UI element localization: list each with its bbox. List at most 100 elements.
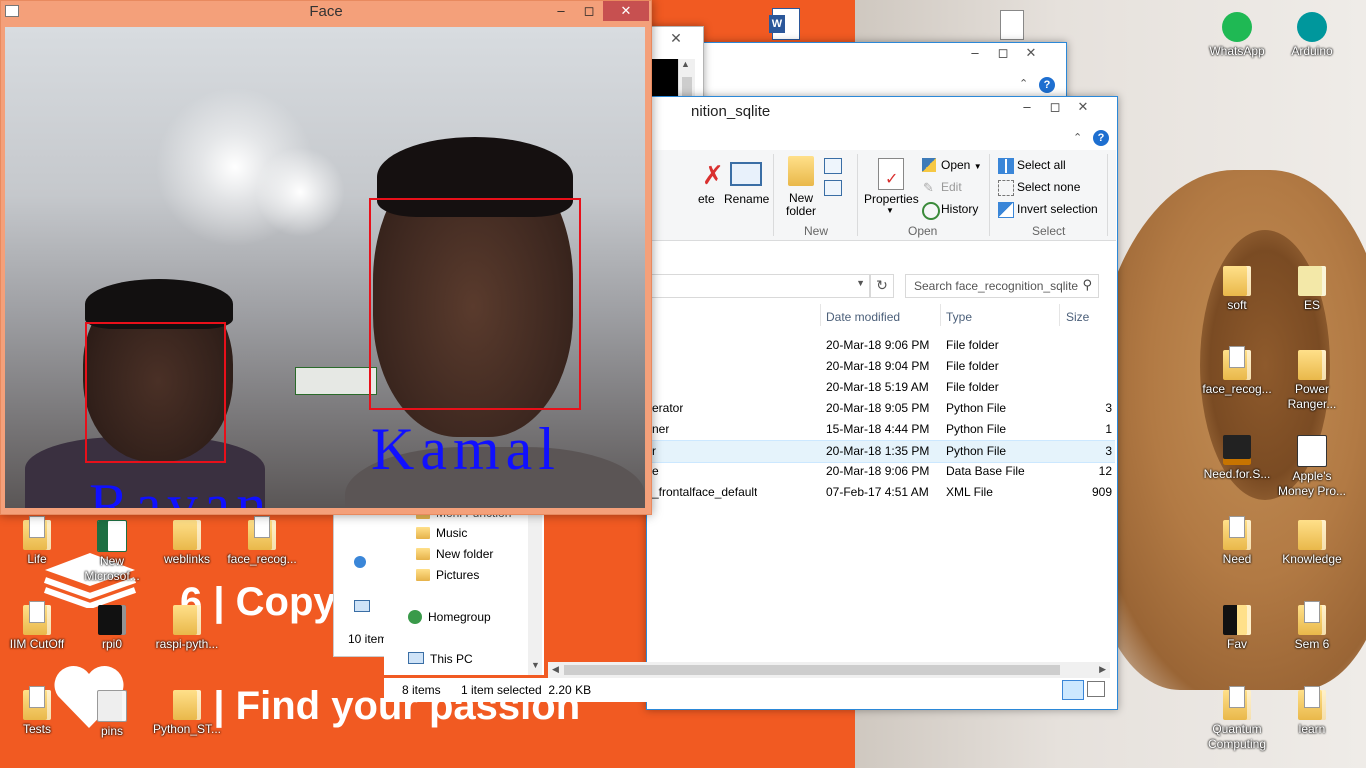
desktop-icon-knowledge[interactable]: Knowledge [1275, 518, 1349, 567]
details-view-icon[interactable] [1062, 680, 1084, 700]
desktop-icon-pins[interactable]: pins [75, 688, 149, 739]
column-header-size[interactable]: Size [1066, 310, 1089, 324]
minimize-button[interactable]: – [547, 1, 575, 21]
scroll-up-icon[interactable]: ▲ [681, 59, 690, 69]
file-row[interactable]: 20-Mar-18 9:06 PM File folder [652, 335, 1115, 356]
desktop-icon-need[interactable]: Need [1200, 516, 1274, 567]
edit-button[interactable]: Edit [941, 180, 962, 194]
desktop-icon-need-for-speed[interactable]: Need.for.S... [1200, 433, 1274, 482]
nav-item-pictures[interactable]: Pictures [416, 568, 479, 582]
file-type: Python File [946, 401, 1007, 415]
open-button[interactable]: Open ▼ [941, 158, 982, 172]
new-item-icon[interactable] [824, 158, 842, 174]
rename-button[interactable]: Rename [724, 192, 769, 206]
desktop-icon-quantum-computing[interactable]: Quantum Computing [1200, 686, 1274, 752]
large-icons-view-icon[interactable] [1087, 681, 1105, 697]
navigation-pane[interactable]: Moni Function Music New folder Pictures … [384, 500, 544, 675]
help-icon[interactable]: ? [1039, 77, 1055, 93]
explorer-window-left-edge[interactable]: 10 item [333, 505, 387, 657]
desktop-icon-iim-cutoff[interactable]: IIM CutOff [0, 601, 74, 652]
desktop-icon-arduino[interactable]: Arduino [1275, 10, 1349, 59]
desktop-icon-fav[interactable]: Fav [1200, 603, 1274, 652]
video-icon [1297, 435, 1327, 467]
minimize-button[interactable]: – [1013, 97, 1041, 117]
column-header-type[interactable]: Type [946, 310, 972, 324]
horizontal-scrollbar[interactable]: ◀ ▶ [548, 662, 1110, 678]
file-row[interactable]: e 20-Mar-18 9:06 PM Data Base File 12 [652, 461, 1115, 482]
nav-item-this-pc[interactable]: This PC [408, 652, 473, 666]
desktop-icon-learn[interactable]: learn [1275, 686, 1349, 737]
ribbon-collapse-icon[interactable]: ⌃ [1019, 77, 1028, 90]
text-document-icon[interactable] [1000, 10, 1024, 40]
file-row[interactable]: erator 20-Mar-18 9:05 PM Python File 3 [652, 398, 1115, 419]
search-input[interactable]: Search face_recognition_sqlite [914, 279, 1078, 293]
close-button[interactable]: ✕ [1069, 97, 1097, 117]
nav-item-new-folder[interactable]: New folder [416, 547, 493, 561]
close-button[interactable]: ✕ [603, 1, 649, 21]
column-header-date[interactable]: Date modified [826, 310, 900, 324]
search-icon[interactable]: ⚲ [1082, 277, 1092, 293]
desktop-icon-face-recog-2[interactable]: face_recog... [225, 516, 299, 567]
minimize-button[interactable]: – [961, 43, 989, 63]
chevron-down-icon[interactable]: ▼ [856, 278, 865, 288]
select-all-icon [998, 158, 1014, 174]
nav-item-homegroup[interactable]: Homegroup [408, 610, 491, 624]
nav-label: This PC [430, 652, 473, 666]
desktop-icon-tests[interactable]: Tests [0, 686, 74, 737]
nav-item-music[interactable]: Music [416, 526, 467, 540]
folder-icon [1223, 605, 1251, 635]
ribbon-collapse-icon[interactable]: ⌃ [1073, 131, 1082, 144]
search-box[interactable]: Search face_recognition_sqlite ⚲ [905, 274, 1099, 298]
scroll-thumb[interactable] [682, 77, 692, 97]
desktop-icon-es[interactable]: ES [1275, 264, 1349, 313]
select-all-button[interactable]: Select all [1017, 158, 1066, 172]
maximize-button[interactable]: ◻ [1041, 97, 1069, 117]
delete-icon: ✗ [702, 160, 724, 190]
desktop-icon-raspi-python[interactable]: raspi-pyth... [150, 603, 224, 652]
face-detection-box-left [85, 322, 226, 463]
desktop-icon-weblinks[interactable]: weblinks [150, 518, 224, 567]
scroll-right-icon[interactable]: ▶ [1099, 664, 1106, 675]
maximize-button[interactable]: ◻ [989, 43, 1017, 63]
close-button[interactable]: ✕ [654, 27, 698, 49]
close-button[interactable]: ✕ [1017, 43, 1045, 63]
desktop-icon-power-ranger[interactable]: Power Ranger... [1275, 348, 1349, 412]
file-row[interactable]: 20-Mar-18 5:19 AM File folder [652, 377, 1115, 398]
help-icon[interactable]: ? [1093, 130, 1109, 146]
desktop-icon-sem6[interactable]: Sem 6 [1275, 601, 1349, 652]
file-row-selected[interactable]: r 20-Mar-18 1:35 PM Python File 3 [652, 440, 1115, 463]
excel-icon [97, 520, 127, 552]
folder-icon [1298, 686, 1326, 720]
invert-selection-button[interactable]: Invert selection [1017, 202, 1098, 216]
desktop-icon-life[interactable]: Life [0, 516, 74, 567]
desktop-icon-soft[interactable]: soft [1200, 264, 1274, 313]
refresh-icon[interactable]: ↻ [870, 274, 894, 298]
desktop-icon-rpi0[interactable]: rpi0 [75, 603, 149, 652]
nav-scrollbar[interactable]: ▼ [528, 500, 542, 675]
address-bar[interactable]: ▼ [646, 274, 870, 298]
file-type: File folder [946, 338, 999, 352]
maximize-button[interactable]: ◻ [575, 1, 603, 21]
easy-access-icon[interactable] [824, 180, 842, 196]
desktop-icon-new-microsoft[interactable]: New Microsof... [75, 518, 149, 584]
face-window[interactable]: Face – ◻ ✕ Kamal Ravan [0, 0, 652, 515]
file-name: e [652, 464, 659, 478]
desktop-icon-python-st[interactable]: Python_ST... [150, 688, 224, 737]
select-none-button[interactable]: Select none [1017, 180, 1080, 194]
camera-feed: Kamal Ravan [5, 27, 645, 508]
scroll-thumb[interactable] [564, 665, 1060, 675]
file-row[interactable]: _frontalface_default 07-Feb-17 4:51 AM X… [652, 482, 1115, 503]
history-button[interactable]: History [941, 202, 978, 216]
new-folder-button[interactable]: New folder [786, 192, 816, 218]
delete-button[interactable]: ete [698, 192, 715, 206]
desktop-icon-whatsapp[interactable]: WhatsApp [1200, 10, 1274, 59]
properties-button[interactable]: Properties [864, 192, 919, 206]
desktop-icon-face-recog[interactable]: face_recog... [1200, 346, 1274, 397]
file-name: ner [652, 422, 670, 436]
scroll-left-icon[interactable]: ◀ [552, 664, 559, 675]
scroll-down-icon[interactable]: ▼ [531, 660, 540, 670]
desktop-icon-apples-money[interactable]: Apple's Money Pro... [1275, 433, 1349, 499]
word-document-icon[interactable]: W [769, 8, 800, 40]
file-row[interactable]: ner 15-Mar-18 4:44 PM Python File 1 [652, 419, 1115, 440]
file-row[interactable]: 20-Mar-18 9:04 PM File folder [652, 356, 1115, 377]
